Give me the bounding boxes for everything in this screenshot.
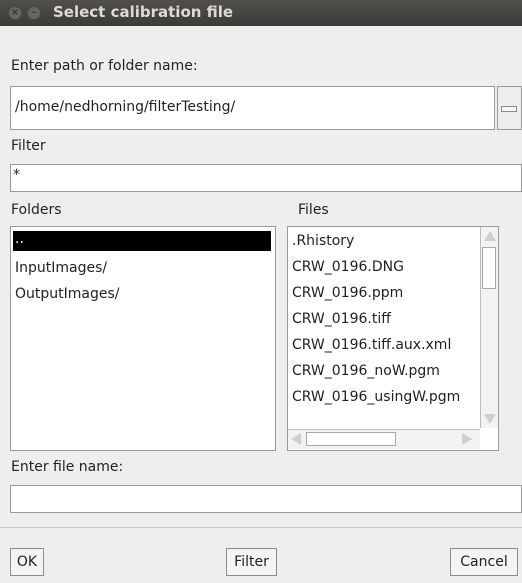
scroll-left-arrow-icon[interactable] xyxy=(291,433,301,445)
folder-item-inputimages[interactable]: InputImages/ xyxy=(15,260,107,276)
file-item[interactable]: CRW_0196.ppm xyxy=(292,285,403,301)
filter-input[interactable]: * xyxy=(10,164,522,192)
title-bar[interactable]: × – Select calibration file xyxy=(0,0,522,26)
filter-value: * xyxy=(13,167,20,183)
browse-button[interactable] xyxy=(497,86,522,130)
path-label: Enter path or folder name: xyxy=(11,58,198,74)
files-label: Files xyxy=(298,202,329,218)
scroll-right-arrow-icon[interactable] xyxy=(462,433,472,445)
files-list[interactable]: .Rhistory CRW_0196.DNG CRW_0196.ppm CRW_… xyxy=(287,226,499,451)
path-input[interactable]: /home/nedhorning/filterTesting/ xyxy=(10,86,495,130)
divider xyxy=(0,527,522,528)
horizontal-scroll-thumb[interactable] xyxy=(306,432,396,446)
scroll-down-arrow-icon[interactable] xyxy=(484,414,496,424)
file-item[interactable]: .Rhistory xyxy=(292,233,354,249)
filename-label: Enter file name: xyxy=(11,459,124,475)
folder-item-outputimages[interactable]: OutputImages/ xyxy=(15,286,120,302)
folder-item-label: .. xyxy=(15,231,24,247)
minimize-icon[interactable]: – xyxy=(27,6,41,20)
folder-item-selected[interactable]: .. xyxy=(13,231,271,251)
file-item[interactable]: CRW_0196.tiff xyxy=(292,311,391,327)
file-item[interactable]: CRW_0196.tiff.aux.xml xyxy=(292,337,451,353)
path-value: /home/nedhorning/filterTesting/ xyxy=(15,99,236,115)
file-item[interactable]: CRW_0196_noW.pgm xyxy=(292,363,440,379)
window-title: Select calibration file xyxy=(53,3,234,21)
file-dialog-window: × – Select calibration file Enter path o… xyxy=(0,0,522,583)
file-item[interactable]: CRW_0196_usingW.pgm xyxy=(292,389,460,405)
browse-icon xyxy=(501,106,517,112)
close-icon[interactable]: × xyxy=(8,6,22,20)
folders-label: Folders xyxy=(11,202,62,218)
files-horizontal-scrollbar[interactable] xyxy=(288,429,480,449)
files-vertical-scrollbar[interactable] xyxy=(480,227,498,428)
filename-input[interactable] xyxy=(10,485,522,513)
vertical-scroll-thumb[interactable] xyxy=(482,247,496,289)
scroll-up-arrow-icon[interactable] xyxy=(484,231,496,241)
filter-button[interactable]: Filter xyxy=(226,548,277,576)
file-item[interactable]: CRW_0196.DNG xyxy=(292,259,404,275)
filter-label: Filter xyxy=(11,138,46,154)
cancel-button[interactable]: Cancel xyxy=(450,548,518,576)
folders-list[interactable]: .. InputImages/ OutputImages/ xyxy=(10,226,276,451)
ok-button[interactable]: OK xyxy=(10,548,44,576)
